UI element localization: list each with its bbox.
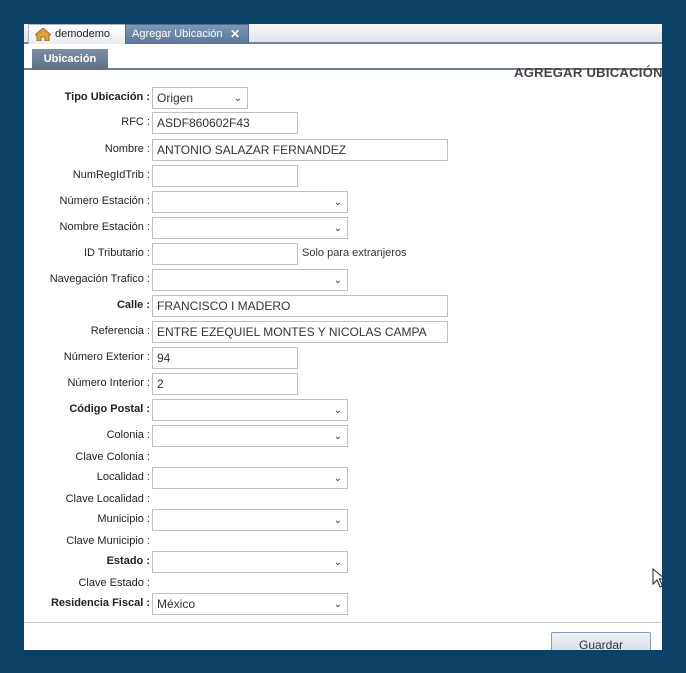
row-calle: Calle : FRANCISCO I MADERO bbox=[24, 295, 662, 317]
row-referencia: Referencia : ENTRE EZEQUIEL MONTES Y NIC… bbox=[24, 321, 662, 343]
row-num-reg-id-trib: NumRegIdTrib : bbox=[24, 165, 662, 187]
navegacion-trafico-select[interactable]: ⌄ bbox=[152, 269, 348, 291]
tab-home[interactable]: demodemo bbox=[28, 24, 128, 44]
estado-select[interactable]: ⌄ bbox=[152, 551, 348, 573]
label-codigo-postal: Código Postal : bbox=[69, 403, 150, 415]
nombre-input[interactable]: ANTONIO SALAZAR FERNANDEZ bbox=[152, 139, 448, 161]
num-reg-id-trib-input[interactable] bbox=[152, 165, 298, 187]
tipo-ubicacion-select[interactable]: Origen ⌄ bbox=[152, 87, 248, 109]
label-clave-localidad: Clave Localidad : bbox=[65, 493, 150, 505]
label-numero-interior: Número Interior : bbox=[67, 377, 150, 389]
home-icon bbox=[35, 28, 51, 41]
footer-divider bbox=[24, 622, 662, 623]
label-nombre: Nombre : bbox=[104, 143, 150, 155]
row-navegacion-trafico: Navegación Trafico : ⌄ bbox=[24, 269, 662, 291]
residencia-fiscal-value: México bbox=[157, 597, 196, 611]
id-tributario-input[interactable] bbox=[152, 243, 298, 265]
chevron-down-icon: ⌄ bbox=[333, 275, 342, 286]
label-nombre-estacion: Nombre Estación : bbox=[59, 221, 150, 233]
label-clave-estado: Clave Estado : bbox=[78, 577, 150, 589]
close-icon[interactable]: ✕ bbox=[230, 25, 240, 44]
mouse-pointer-icon bbox=[652, 568, 662, 588]
codigo-postal-select[interactable]: ⌄ bbox=[152, 399, 348, 421]
row-tipo-ubicacion: Tipo Ubicación : Origen ⌄ bbox=[24, 87, 662, 109]
tipo-ubicacion-value: Origen bbox=[157, 91, 194, 105]
calle-input[interactable]: FRANCISCO I MADERO bbox=[152, 295, 448, 317]
row-residencia-fiscal: Residencia Fiscal : México ⌄ bbox=[24, 593, 662, 615]
label-numero-exterior: Número Exterior : bbox=[63, 351, 150, 363]
row-nombre-estacion: Nombre Estación : ⌄ bbox=[24, 217, 662, 239]
row-codigo-postal: Código Postal : ⌄ bbox=[24, 399, 662, 421]
row-nombre: Nombre : ANTONIO SALAZAR FERNANDEZ bbox=[24, 139, 662, 161]
id-tributario-note: Solo para extranjeros bbox=[302, 247, 407, 259]
tab-home-label: demodemo bbox=[55, 28, 111, 40]
row-municipio: Municipio : ⌄ bbox=[24, 509, 662, 531]
chevron-down-icon: ⌄ bbox=[333, 515, 342, 526]
row-numero-exterior: Número Exterior : 94 bbox=[24, 347, 662, 369]
label-municipio: Municipio : bbox=[97, 513, 150, 525]
colonia-select[interactable]: ⌄ bbox=[152, 425, 348, 447]
tab-agregar-ubicacion[interactable]: Agregar Ubicación ✕ bbox=[125, 24, 249, 44]
tab-bar: demodemo Agregar Ubicación ✕ bbox=[24, 24, 662, 44]
label-clave-municipio: Clave Municipio : bbox=[66, 535, 150, 547]
label-numero-estacion: Número Estación : bbox=[59, 195, 150, 207]
label-num-reg-id-trib: NumRegIdTrib : bbox=[72, 169, 150, 181]
rfc-input[interactable]: ASDF860602F43 bbox=[152, 112, 298, 134]
label-referencia: Referencia : bbox=[90, 325, 150, 337]
chevron-down-icon: ⌄ bbox=[233, 93, 242, 104]
chevron-down-icon: ⌄ bbox=[333, 473, 342, 484]
residencia-fiscal-select[interactable]: México ⌄ bbox=[152, 593, 348, 615]
row-localidad: Localidad : ⌄ bbox=[24, 467, 662, 489]
tab-active-label: Agregar Ubicación bbox=[132, 28, 223, 40]
row-numero-interior: Número Interior : 2 bbox=[24, 373, 662, 395]
row-clave-colonia: Clave Colonia : bbox=[24, 447, 662, 469]
label-rfc: RFC : bbox=[121, 116, 150, 128]
label-clave-colonia: Clave Colonia : bbox=[75, 451, 150, 463]
label-id-tributario: ID Tributario : bbox=[83, 247, 150, 259]
page-title: AGREGAR UBICACIÓN bbox=[514, 65, 662, 80]
row-clave-localidad: Clave Localidad : bbox=[24, 489, 662, 511]
numero-exterior-input[interactable]: 94 bbox=[152, 347, 298, 369]
localidad-select[interactable]: ⌄ bbox=[152, 467, 348, 489]
row-clave-municipio: Clave Municipio : bbox=[24, 531, 662, 553]
app-window: demodemo Agregar Ubicación ✕ Ubicación A… bbox=[24, 24, 662, 650]
label-colonia: Colonia : bbox=[106, 429, 150, 441]
subtab-ubicacion[interactable]: Ubicación bbox=[32, 49, 108, 70]
row-colonia: Colonia : ⌄ bbox=[24, 425, 662, 447]
referencia-input[interactable]: ENTRE EZEQUIEL MONTES Y NICOLAS CAMPA bbox=[152, 321, 448, 343]
label-localidad: Localidad : bbox=[96, 471, 150, 483]
label-estado: Estado : bbox=[106, 555, 150, 567]
municipio-select[interactable]: ⌄ bbox=[152, 509, 348, 531]
row-estado: Estado : ⌄ bbox=[24, 551, 662, 573]
chevron-down-icon: ⌄ bbox=[333, 405, 342, 416]
row-numero-estacion: Número Estación : ⌄ bbox=[24, 191, 662, 213]
save-button[interactable]: Guardar bbox=[551, 632, 651, 650]
numero-interior-input[interactable]: 2 bbox=[152, 373, 298, 395]
chevron-down-icon: ⌄ bbox=[333, 599, 342, 610]
label-calle: Calle : bbox=[116, 299, 150, 311]
chevron-down-icon: ⌄ bbox=[333, 431, 342, 442]
chevron-down-icon: ⌄ bbox=[333, 223, 342, 234]
label-residencia-fiscal: Residencia Fiscal : bbox=[50, 597, 150, 609]
chevron-down-icon: ⌄ bbox=[333, 557, 342, 568]
label-navegacion-trafico: Navegación Trafico : bbox=[49, 273, 150, 285]
row-id-tributario: ID Tributario : Solo para extranjeros bbox=[24, 243, 662, 265]
nombre-estacion-select[interactable]: ⌄ bbox=[152, 217, 348, 239]
numero-estacion-select[interactable]: ⌄ bbox=[152, 191, 348, 213]
chevron-down-icon: ⌄ bbox=[333, 197, 342, 208]
row-clave-estado: Clave Estado : bbox=[24, 573, 662, 595]
label-tipo-ubicacion: Tipo Ubicación : bbox=[64, 91, 150, 103]
row-rfc: RFC : ASDF860602F43 bbox=[24, 112, 662, 134]
